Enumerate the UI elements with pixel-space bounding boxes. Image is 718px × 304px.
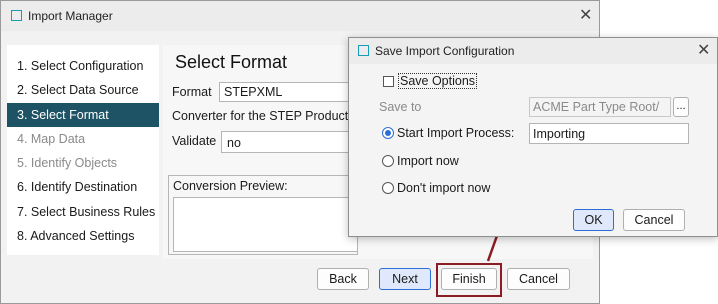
save-options-label[interactable]: Save Options bbox=[398, 73, 478, 89]
dialog-title-bar: Save Import Configuration ✕ bbox=[349, 38, 717, 64]
back-button[interactable]: Back bbox=[317, 268, 369, 290]
cancel-button[interactable]: Cancel bbox=[507, 268, 570, 290]
dialog-cancel-button[interactable]: Cancel bbox=[623, 209, 685, 231]
finish-button[interactable]: Finish bbox=[441, 268, 497, 290]
dialog-close-icon[interactable]: ✕ bbox=[697, 43, 710, 59]
format-field[interactable]: STEPXML bbox=[219, 82, 359, 102]
format-value: STEPXML bbox=[224, 85, 283, 99]
start-import-radio[interactable] bbox=[382, 127, 394, 139]
step-select-business-rules[interactable]: 7. Select Business Rules bbox=[7, 200, 159, 224]
validate-select[interactable]: no bbox=[221, 131, 359, 153]
conversion-preview-label: Conversion Preview: bbox=[173, 179, 288, 193]
converter-description: Converter for the STEP Product bbox=[172, 109, 349, 123]
step-advanced-settings[interactable]: 8. Advanced Settings bbox=[7, 224, 159, 248]
start-import-field[interactable]: Importing bbox=[529, 123, 689, 144]
dont-import-label: Don't import now bbox=[397, 181, 491, 195]
dialog-title: Save Import Configuration bbox=[375, 44, 515, 58]
ok-button[interactable]: OK bbox=[573, 209, 614, 231]
dialog-app-icon bbox=[358, 45, 369, 56]
step-identify-destination[interactable]: 6. Identify Destination bbox=[7, 175, 159, 199]
wizard-step-list: 1. Select Configuration 2. Select Data S… bbox=[7, 45, 159, 255]
step-map-data: 4. Map Data bbox=[17, 132, 86, 146]
step-select-data-source[interactable]: 2. Select Data Source bbox=[7, 78, 159, 102]
import-now-radio[interactable] bbox=[382, 155, 394, 167]
app-icon bbox=[11, 10, 22, 21]
save-to-label: Save to bbox=[379, 100, 422, 114]
save-options-checkbox[interactable] bbox=[383, 76, 394, 87]
next-button[interactable]: Next bbox=[379, 268, 431, 290]
step-select-configuration[interactable]: 1. Select Configuration bbox=[7, 54, 159, 78]
format-label: Format bbox=[172, 85, 212, 99]
title-bar: Import Manager ✕ bbox=[1, 1, 599, 31]
dont-import-radio[interactable] bbox=[382, 182, 394, 194]
browse-button[interactable]: ... bbox=[673, 97, 689, 117]
save-to-field: ACME Part Type Root/ bbox=[529, 97, 671, 117]
save-import-configuration-dialog: Save Import Configuration ✕ Save Options… bbox=[348, 37, 718, 237]
validate-value: no bbox=[227, 136, 241, 150]
validate-label: Validate bbox=[172, 134, 217, 148]
import-now-label: Import now bbox=[397, 154, 459, 168]
step-identify-objects: 5. Identify Objects bbox=[17, 156, 118, 170]
close-icon[interactable]: ✕ bbox=[579, 8, 592, 24]
conversion-preview-group: Conversion Preview: bbox=[168, 175, 358, 255]
start-import-label: Start Import Process: bbox=[397, 126, 515, 140]
step-select-format[interactable]: 3. Select Format bbox=[7, 103, 159, 127]
page-title: Select Format bbox=[175, 52, 288, 72]
conversion-preview-area[interactable] bbox=[173, 197, 358, 252]
window-title: Import Manager bbox=[28, 9, 113, 23]
